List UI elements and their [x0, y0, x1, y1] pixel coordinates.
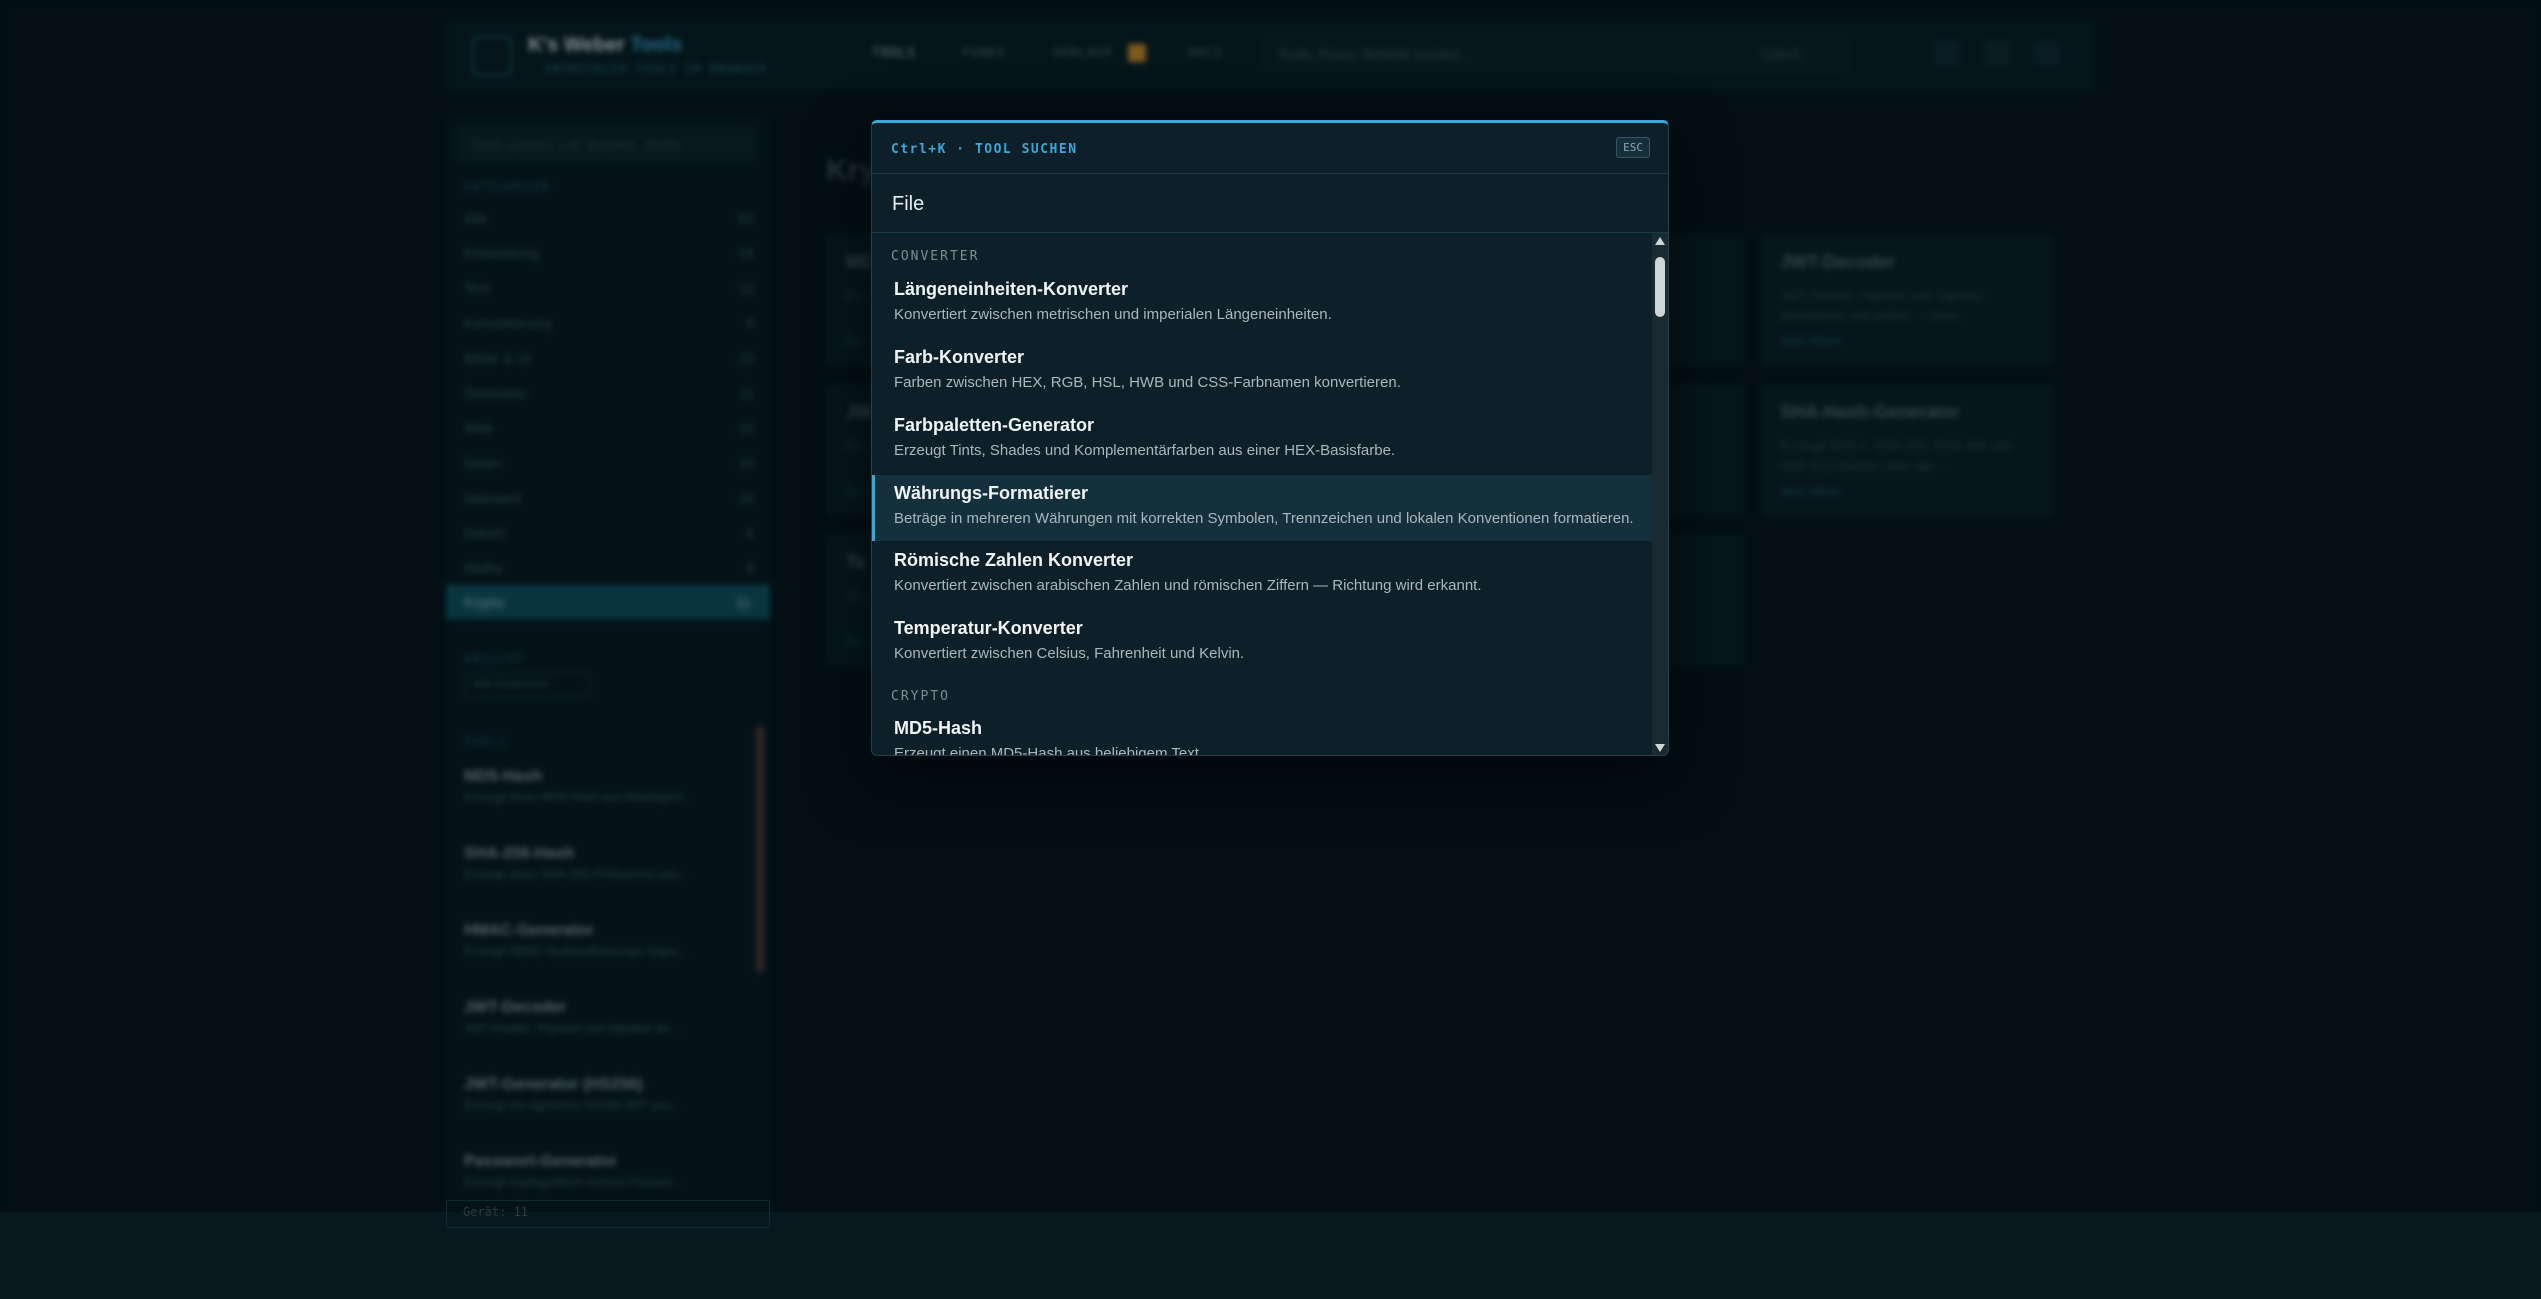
command-palette-input[interactable]: [890, 188, 1634, 220]
result-desc: Konvertiert zwischen arabischen Zahlen u…: [894, 577, 1482, 594]
command-palette-search: [872, 174, 1668, 233]
result-item[interactable]: Farbpaletten-Generator Erzeugt Tints, Sh…: [872, 407, 1652, 473]
esc-button[interactable]: ESC: [1616, 137, 1650, 158]
result-item[interactable]: Längeneinheiten-Konverter Konvertiert zw…: [872, 271, 1652, 337]
result-title: Farb-Konverter: [894, 347, 1025, 367]
scroll-thumb[interactable]: [1655, 257, 1665, 317]
result-item-selected[interactable]: Währungs-Formatierer Beträge in mehreren…: [872, 475, 1652, 541]
result-title: Längeneinheiten-Konverter: [894, 279, 1129, 299]
result-desc: Farben zwischen HEX, RGB, HSL, HWB und C…: [894, 374, 1401, 391]
result-title: Temperatur-Konverter: [894, 618, 1083, 638]
scroll-up-icon[interactable]: [1655, 237, 1665, 245]
result-desc: Erzeugt einen MD5-Hash aus beliebigem Te…: [894, 745, 1204, 756]
result-desc: Erzeugt Tints, Shades und Komplementärfa…: [894, 442, 1396, 459]
result-desc: Beträge in mehreren Währungen mit korrek…: [894, 510, 1634, 527]
command-palette-results[interactable]: CONVERTER Längeneinheiten-Konverter Konv…: [872, 233, 1652, 756]
command-palette: Ctrl+K · TOOL SUCHEN ESC CONVERTER Länge…: [871, 120, 1669, 756]
result-item[interactable]: MD5-Hash Erzeugt einen MD5-Hash aus beli…: [872, 710, 1652, 756]
scroll-down-icon[interactable]: [1655, 744, 1665, 752]
result-item[interactable]: Farb-Konverter Farben zwischen HEX, RGB,…: [872, 339, 1652, 405]
command-palette-header: Ctrl+K · TOOL SUCHEN ESC: [872, 123, 1668, 174]
result-item[interactable]: Römische Zahlen Konverter Konvertiert zw…: [872, 542, 1652, 608]
result-group-header: CONVERTER: [891, 249, 980, 264]
result-title: Farbpaletten-Generator: [894, 415, 1095, 435]
result-desc: Konvertiert zwischen Celsius, Fahrenheit…: [894, 645, 1245, 662]
result-group-header: CRYPTO: [891, 689, 950, 704]
result-title: Währungs-Formatierer: [894, 483, 1089, 503]
result-desc: Konvertiert zwischen metrischen und impe…: [894, 306, 1332, 323]
result-title: MD5-Hash: [894, 718, 983, 738]
results-scrollbar[interactable]: [1652, 233, 1668, 755]
result-item[interactable]: Temperatur-Konverter Konvertiert zwische…: [872, 610, 1652, 676]
result-title: Römische Zahlen Konverter: [894, 550, 1134, 570]
command-palette-title: Ctrl+K · TOOL SUCHEN: [891, 142, 1078, 157]
